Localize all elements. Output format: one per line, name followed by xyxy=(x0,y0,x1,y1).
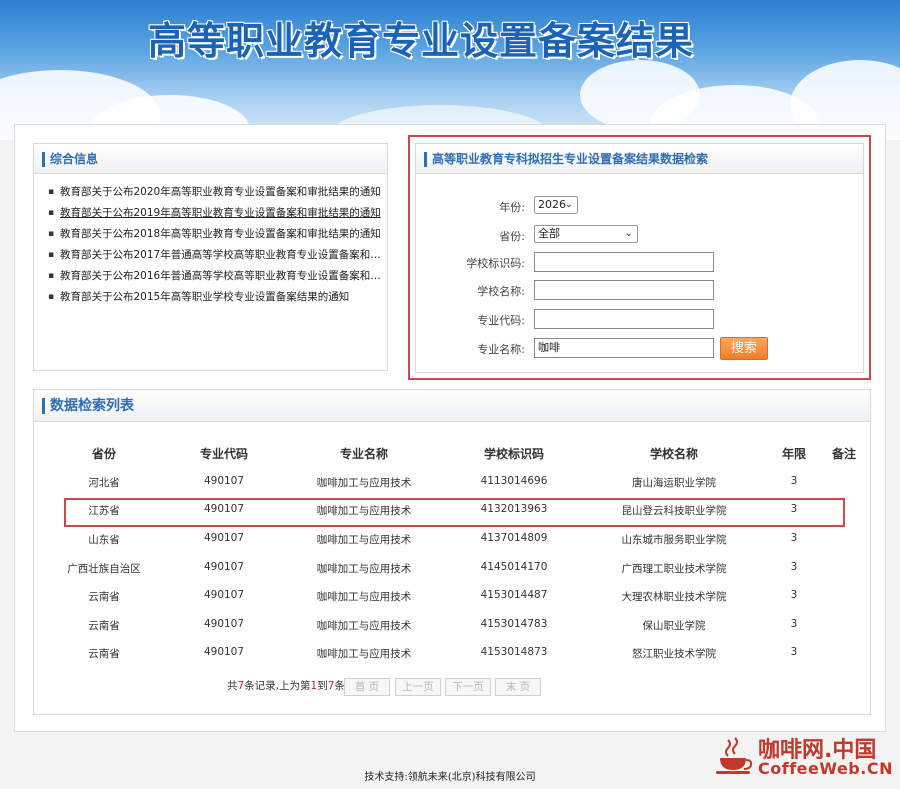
notice-link[interactable]: 教育部关于公布2018年高等职业教育专业设置备案和审批结果的通知 xyxy=(48,224,384,245)
notice-list: 教育部关于公布2020年高等职业教育专业设置备案和审批结果的通知 教育部关于公布… xyxy=(34,174,387,308)
results-panel: 数据检索列表 省份 专业代码 专业名称 学校标识码 学校名称 年限 备注 河北省… xyxy=(33,389,871,715)
column-header: 学校名称 xyxy=(649,447,698,461)
notice-link[interactable]: 教育部关于公布2015年高等职业学校专业设置备案结果的通知 xyxy=(48,287,384,308)
chevron-down-icon: ⌄ xyxy=(624,228,633,239)
info-panel-title: 综合信息 xyxy=(34,144,387,174)
table-row: 河北省 490107 咖啡加工与应用技术 4113014696 唐山海运职业学院… xyxy=(34,475,872,495)
major-code-label: 专业代码: xyxy=(477,314,525,327)
school-name-input[interactable] xyxy=(534,280,714,300)
table-row: 山东省 490107 咖啡加工与应用技术 4137014809 山东城市服务职业… xyxy=(34,532,872,552)
cell-major-code: 490107 xyxy=(203,561,245,573)
cell-major-name: 咖啡加工与应用技术 xyxy=(316,534,412,546)
cell-school-code: 4153014487 xyxy=(480,589,548,601)
cell-school-name: 大理农林职业技术学院 xyxy=(621,591,727,603)
search-button[interactable]: 搜索 xyxy=(720,337,768,360)
row-highlight-frame xyxy=(64,498,845,527)
province-select[interactable]: 全部 ⌄ xyxy=(534,225,638,243)
cell-years: 3 xyxy=(790,532,798,544)
cell-school-name: 唐山海运职业学院 xyxy=(632,477,716,489)
cell-major-name: 咖啡加工与应用技术 xyxy=(316,648,412,660)
info-panel: 综合信息 教育部关于公布2020年高等职业教育专业设置备案和审批结果的通知 教育… xyxy=(33,143,388,371)
province-row: 省份: 全部 ⌄ xyxy=(416,225,865,247)
year-row: 年份: 2026 ⌄ xyxy=(416,196,865,218)
search-panel-title: 高等职业教育专科拟招生专业设置备案结果数据检索 xyxy=(416,144,863,174)
last-page-button[interactable]: 末 页 xyxy=(495,678,541,696)
column-header: 专业名称 xyxy=(339,447,388,461)
notice-link[interactable]: 教育部关于公布2016年普通高等学校高等职业教育专业设置备案和审... xyxy=(48,266,384,287)
cell-major-name: 咖啡加工与应用技术 xyxy=(316,477,412,489)
notice-link[interactable]: 教育部关于公布2017年普通高等学校高等职业教育专业设置备案和审... xyxy=(48,245,384,266)
column-header: 备注 xyxy=(831,447,856,461)
cell-major-name: 咖啡加工与应用技术 xyxy=(316,563,412,575)
school-name-label: 学校名称: xyxy=(477,285,525,298)
cell-school-code: 4153014873 xyxy=(480,646,548,658)
cell-major-code: 490107 xyxy=(203,646,245,658)
column-header: 专业代码 xyxy=(199,447,248,461)
major-name-row: 专业名称: 咖啡 搜索 xyxy=(416,337,865,360)
cell-major-code: 490107 xyxy=(203,618,245,630)
school-name-row: 学校名称: xyxy=(416,280,865,302)
header-banner: 高等职业教育专业设置备案结果 xyxy=(0,0,900,140)
cell-province: 山东省 xyxy=(88,534,120,546)
table-header: 省份 专业代码 专业名称 学校标识码 学校名称 年限 备注 xyxy=(34,445,872,465)
school-code-input[interactable] xyxy=(534,252,714,272)
main-container: 综合信息 教育部关于公布2020年高等职业教育专业设置备案和审批结果的通知 教育… xyxy=(14,124,886,732)
page-title: 高等职业教育专业设置备案结果 xyxy=(148,19,695,63)
notice-link[interactable]: 教育部关于公布2019年高等职业教育专业设置备案和审批结果的通知 xyxy=(48,203,384,224)
year-select[interactable]: 2026 ⌄ xyxy=(534,196,578,214)
table-row: 云南省 490107 咖啡加工与应用技术 4153014873 怒江职业技术学院… xyxy=(34,646,872,666)
cell-major-name: 咖啡加工与应用技术 xyxy=(316,620,412,632)
major-code-row: 专业代码: xyxy=(416,309,865,331)
cell-school-code: 4153014783 xyxy=(480,618,548,630)
first-page-button[interactable]: 首 页 xyxy=(344,678,390,696)
prev-page-button[interactable]: 上一页 xyxy=(395,678,441,696)
cell-school-name: 怒江职业技术学院 xyxy=(632,648,716,660)
cell-province: 云南省 xyxy=(88,648,120,660)
table-row: 云南省 490107 咖啡加工与应用技术 4153014487 大理农林职业技术… xyxy=(34,589,872,609)
major-code-input[interactable] xyxy=(534,309,714,329)
cell-province: 云南省 xyxy=(88,620,120,632)
cell-years: 3 xyxy=(790,475,798,487)
cell-province: 云南省 xyxy=(88,591,120,603)
next-page-button[interactable]: 下一页 xyxy=(445,678,491,696)
major-name-input[interactable]: 咖啡 xyxy=(534,338,714,358)
table-row: 广西壮族自治区 490107 咖啡加工与应用技术 4145014170 广西理工… xyxy=(34,561,872,581)
cell-school-code: 4137014809 xyxy=(480,532,548,544)
major-name-label: 专业名称: xyxy=(477,343,525,356)
cell-years: 3 xyxy=(790,589,798,601)
pager-summary: 共7条记录,上为第1到7条 xyxy=(227,680,345,692)
table-row: 云南省 490107 咖啡加工与应用技术 4153014783 保山职业学院 3 xyxy=(34,618,872,638)
footer-credit: 技术支持:领航未来(北京)科技有限公司 xyxy=(364,772,536,783)
cell-major-name: 咖啡加工与应用技术 xyxy=(316,591,412,603)
cell-major-code: 490107 xyxy=(203,532,245,544)
cell-major-code: 490107 xyxy=(203,589,245,601)
school-code-row: 学校标识码: xyxy=(416,252,865,274)
results-panel-title: 数据检索列表 xyxy=(34,390,870,422)
column-header: 学校标识码 xyxy=(483,447,544,461)
cell-school-name: 山东城市服务职业学院 xyxy=(621,534,727,546)
year-label: 年份: xyxy=(499,201,525,214)
school-code-label: 学校标识码: xyxy=(466,257,525,270)
cell-school-code: 4113014696 xyxy=(480,475,548,487)
cell-province: 广西壮族自治区 xyxy=(67,563,141,575)
column-header: 省份 xyxy=(91,447,116,461)
cell-years: 3 xyxy=(790,618,798,630)
cell-years: 3 xyxy=(790,561,798,573)
column-header: 年限 xyxy=(781,447,806,461)
province-label: 省份: xyxy=(499,230,525,243)
cell-school-name: 广西理工职业技术学院 xyxy=(621,563,727,575)
cell-major-code: 490107 xyxy=(203,475,245,487)
notice-link[interactable]: 教育部关于公布2020年高等职业教育专业设置备案和审批结果的通知 xyxy=(48,182,384,203)
search-panel: 高等职业教育专科拟招生专业设置备案结果数据检索 年份: 2026 ⌄ 省份: 全部… xyxy=(415,143,864,373)
chevron-down-icon: ⌄ xyxy=(564,199,573,210)
cell-school-code: 4145014170 xyxy=(480,561,548,573)
cell-province: 河北省 xyxy=(88,477,120,489)
cell-years: 3 xyxy=(790,646,798,658)
cell-school-name: 保山职业学院 xyxy=(642,620,706,632)
